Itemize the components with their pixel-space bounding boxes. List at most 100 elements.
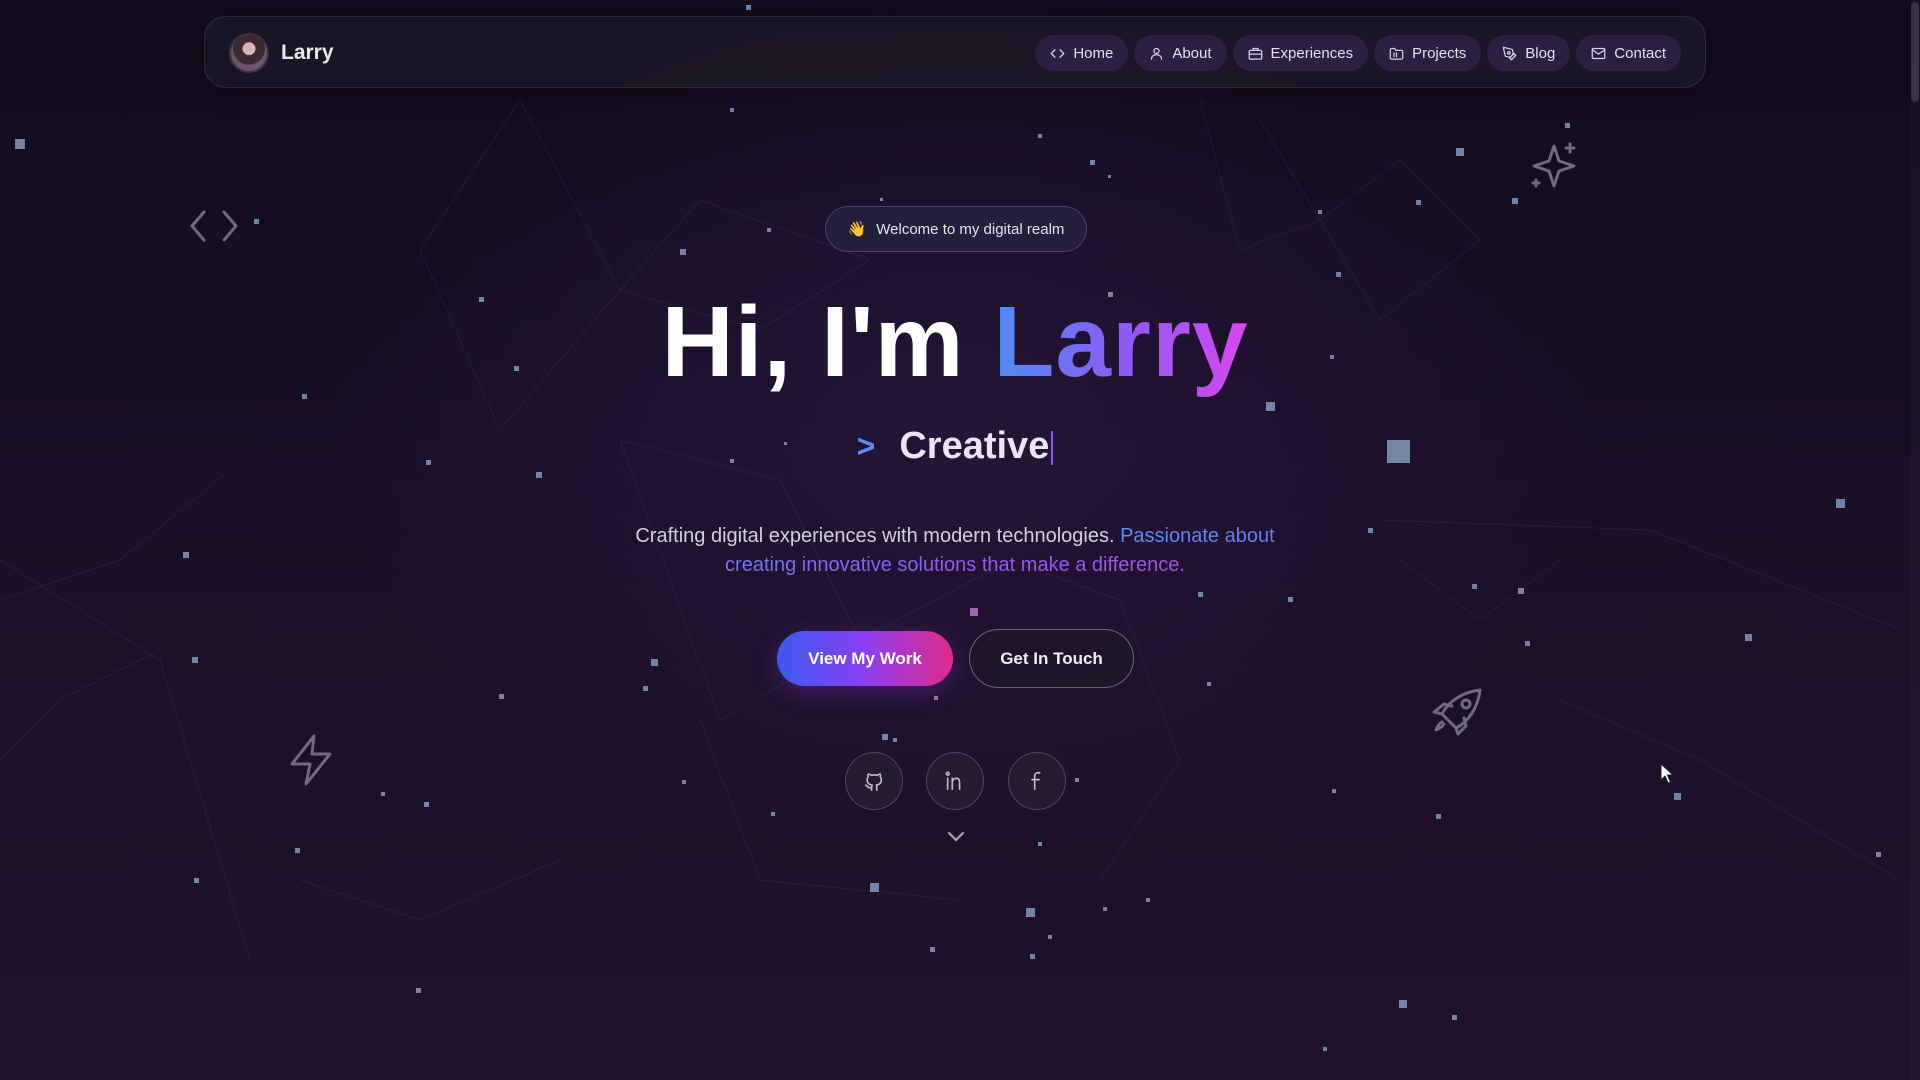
particle	[424, 802, 429, 807]
linkedin-icon	[945, 771, 961, 791]
particle	[1436, 814, 1441, 819]
code-brackets-icon	[188, 208, 240, 249]
hero-title: Hi, I'm Larry	[0, 282, 1910, 402]
particle	[1207, 682, 1211, 686]
user-icon	[1151, 47, 1163, 60]
particle	[1876, 852, 1881, 857]
particle	[1452, 1015, 1457, 1020]
particle	[970, 608, 978, 616]
particle	[1472, 584, 1477, 589]
chevron-down-icon	[947, 831, 965, 842]
prompt-symbol: >	[856, 428, 876, 464]
particle	[1038, 842, 1042, 846]
github-link[interactable]	[845, 752, 903, 810]
pen-tool-icon	[1502, 46, 1517, 60]
particle	[1266, 402, 1275, 411]
particle	[1288, 597, 1293, 602]
scrollbar-thumb[interactable]	[1911, 2, 1919, 102]
typing-subtitle: > Creative	[0, 425, 1910, 468]
particle	[767, 228, 771, 232]
particle	[930, 947, 935, 952]
nav-menu: Home About Experiences Projects Blog Con…	[1035, 35, 1681, 71]
particle	[680, 249, 686, 255]
briefcase-icon	[1248, 47, 1262, 60]
particle	[295, 848, 300, 853]
nav-item-projects[interactable]: Projects	[1374, 35, 1482, 71]
mail-icon	[1591, 47, 1606, 59]
particle	[1108, 175, 1111, 178]
particle	[1103, 907, 1107, 911]
nav-item-blog[interactable]: Blog	[1487, 35, 1571, 71]
wave-emoji-icon: 👋	[847, 221, 867, 238]
nav-item-label: Home	[1073, 44, 1114, 62]
particle	[1336, 272, 1341, 277]
nav-item-about[interactable]: About	[1134, 35, 1227, 71]
view-my-work-button[interactable]: View My Work	[777, 631, 953, 686]
particle	[1323, 1047, 1327, 1051]
particle	[1332, 789, 1336, 793]
particle	[1456, 148, 1464, 156]
particle	[1030, 954, 1035, 959]
particle	[15, 139, 25, 149]
scrollbar[interactable]	[1910, 0, 1920, 1080]
particle	[416, 988, 421, 993]
particle	[499, 694, 504, 699]
rocket-icon	[1428, 686, 1486, 741]
get-in-touch-button[interactable]: Get In Touch	[969, 629, 1134, 688]
typed-word: Creative	[899, 425, 1050, 467]
hero-description: Crafting digital experiences with modern…	[600, 522, 1310, 580]
nav-item-label: Contact	[1614, 44, 1666, 62]
hero-title-name: Larry	[993, 286, 1249, 398]
particle	[536, 472, 542, 478]
linkedin-link[interactable]	[926, 752, 984, 810]
description-plain: Crafting digital experiences with modern…	[635, 525, 1121, 547]
particle	[882, 734, 888, 740]
zap-icon	[286, 732, 336, 793]
particle	[1525, 641, 1530, 646]
particle	[1048, 935, 1052, 939]
particle	[1090, 160, 1095, 165]
particle	[771, 812, 775, 816]
brand-name: Larry	[281, 41, 334, 64]
sparkles-icon	[1526, 138, 1582, 199]
nav-item-experiences[interactable]: Experiences	[1232, 35, 1369, 71]
nav-item-label: Projects	[1412, 44, 1467, 62]
nav-item-home[interactable]: Home	[1035, 35, 1129, 71]
particle	[1745, 634, 1752, 641]
particle	[183, 552, 189, 558]
particle	[643, 686, 648, 691]
mouse-pointer-icon	[1660, 763, 1674, 784]
particle	[1518, 588, 1524, 594]
particle	[1026, 908, 1035, 917]
particle	[1565, 123, 1570, 128]
nav-item-label: Blog	[1525, 44, 1556, 62]
nav-item-label: Experiences	[1270, 44, 1354, 62]
particle	[893, 738, 897, 742]
particle	[746, 5, 751, 10]
particle	[1146, 898, 1150, 902]
facebook-icon	[1031, 771, 1041, 791]
particle	[254, 219, 259, 224]
particle	[381, 792, 385, 796]
folder-icon	[1389, 47, 1404, 60]
particle	[880, 198, 883, 201]
facebook-link[interactable]	[1008, 752, 1066, 810]
nav-item-label: About	[1172, 44, 1212, 62]
scroll-down-button[interactable]	[944, 824, 968, 848]
particle	[682, 780, 686, 784]
particle	[1368, 528, 1373, 533]
code-icon	[1050, 48, 1065, 58]
particle	[934, 696, 938, 700]
nav-item-contact[interactable]: Contact	[1576, 35, 1681, 71]
typing-cursor	[1051, 430, 1054, 465]
brand[interactable]: Larry	[229, 33, 334, 73]
github-icon	[864, 773, 883, 791]
particle	[1038, 134, 1042, 138]
hero-title-prefix: Hi, I'm	[661, 286, 994, 398]
particle	[1318, 210, 1322, 214]
particle	[1512, 198, 1518, 204]
avatar	[229, 33, 269, 73]
page: Larry Home About Experiences Projects Bl…	[0, 0, 1920, 1080]
particle	[194, 878, 199, 883]
particle	[192, 657, 198, 663]
